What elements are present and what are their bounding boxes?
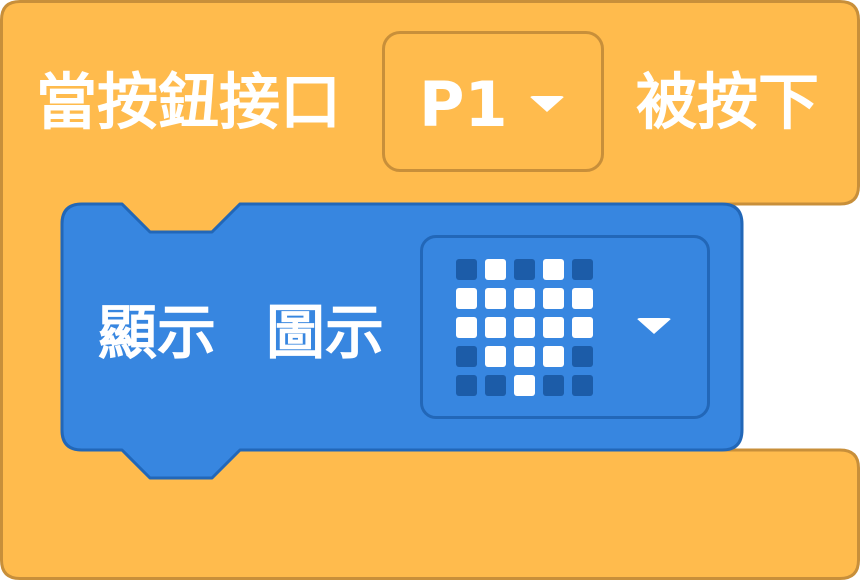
led-pixel [572,259,593,280]
led-pixel [514,288,535,309]
led-pixel [456,288,477,309]
led-pixel [485,259,506,280]
led-pixel [572,317,593,338]
led-pixel [572,288,593,309]
chevron-down-icon [636,318,672,334]
event-prefix-label: 當按鈕接口 [36,67,342,138]
led-pixel [543,259,564,280]
pin-dropdown-value: P1 [419,68,508,141]
event-suffix-label: 被按下 [636,67,820,138]
block-canvas: 當按鈕接口 P1 被按下 顯示 圖示 [0,0,860,580]
led-pixel [572,346,593,367]
led-pixel [514,317,535,338]
led-pixel [456,259,477,280]
led-pixel [456,375,477,396]
chevron-down-icon [529,96,565,112]
led-pixel [485,375,506,396]
led-pixel [543,346,564,367]
pin-dropdown[interactable]: P1 [382,31,604,172]
show-action-label: 顯示 [98,298,217,367]
led-pixel [543,288,564,309]
led-pixel [514,259,535,280]
led-pixel [485,317,506,338]
led-pixel [485,346,506,367]
show-param-label: 圖示 [266,298,385,367]
led-pixel [572,375,593,396]
led-pixel [543,375,564,396]
led-pixel [514,346,535,367]
led-pixel [514,375,535,396]
led-matrix-preview [456,259,593,396]
led-pixel [456,346,477,367]
led-pixel [485,288,506,309]
led-pixel [543,317,564,338]
icon-picker-dropdown[interactable] [420,235,710,419]
led-pixel [456,317,477,338]
